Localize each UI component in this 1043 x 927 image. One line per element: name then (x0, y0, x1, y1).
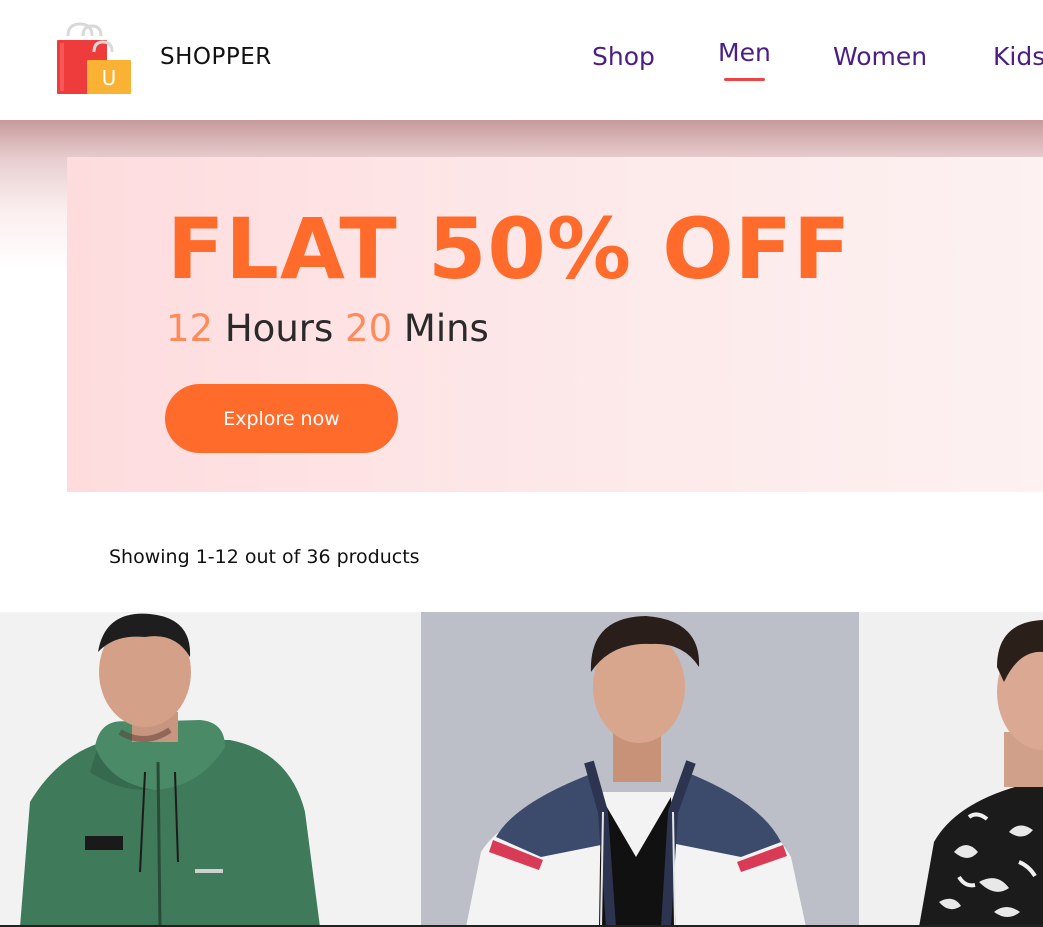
timer-hours-label: Hours (224, 307, 334, 350)
nav-shop[interactable]: Shop (592, 42, 655, 71)
results-summary: Showing 1-12 out of 36 products (109, 546, 420, 568)
product-card[interactable] (421, 612, 859, 927)
shopping-bag-icon[interactable]: U (54, 22, 134, 98)
product-card[interactable] (0, 612, 421, 927)
product-image (466, 616, 806, 927)
nav-active-indicator (724, 78, 765, 81)
promo-headline: FLAT 50% OFF (167, 200, 852, 298)
timer-mins-label: Mins (403, 307, 489, 350)
product-image (919, 620, 1043, 927)
site-header: U SHOPPER Shop Men Women Kids (0, 0, 1043, 120)
logo-letter: U (102, 66, 117, 90)
timer-mins: 20 (345, 307, 393, 350)
product-card[interactable] (859, 612, 1043, 927)
brand-name[interactable]: SHOPPER (160, 44, 272, 70)
nav-women[interactable]: Women (833, 42, 927, 71)
timer-hours: 12 (166, 307, 214, 350)
nav-kids[interactable]: Kids (993, 42, 1043, 71)
promo-banner: FLAT 50% OFF 12 Hours 20 Mins Explore no… (67, 157, 1043, 492)
nav-men[interactable]: Men (718, 38, 771, 67)
promo-timer: 12 Hours 20 Mins (166, 310, 489, 347)
explore-now-button[interactable]: Explore now (165, 384, 398, 453)
product-image (20, 613, 320, 927)
